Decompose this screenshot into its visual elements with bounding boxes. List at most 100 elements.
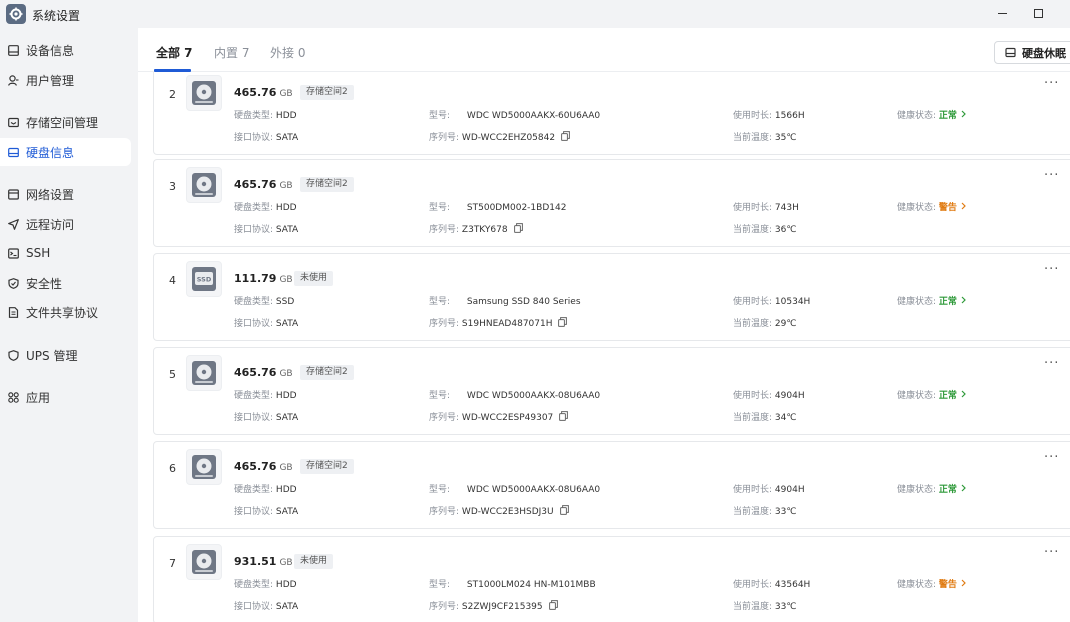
protocol-label: 接口协议: bbox=[234, 507, 274, 517]
chevron-right-icon[interactable] bbox=[961, 296, 966, 307]
copy-icon[interactable] bbox=[548, 600, 558, 613]
serial-label: 序列号: bbox=[429, 133, 460, 143]
sidebar: 设备信息 用户管理 存储空间管理 硬盘信息 网络设置 远程访问 SSH 安全性 … bbox=[0, 28, 138, 622]
sidebar-item-remote-access[interactable]: 远程访问 bbox=[0, 210, 131, 238]
sidebar-item-label: 存储空间管理 bbox=[26, 115, 99, 130]
window-title: 系统设置 bbox=[32, 9, 81, 23]
maximize-button[interactable] bbox=[1028, 3, 1048, 23]
health-row[interactable]: 健康状态: 警告 bbox=[897, 577, 966, 590]
disk-type-label: 硬盘类型: bbox=[234, 580, 274, 590]
disk-type-row: 硬盘类型: HDD bbox=[234, 482, 297, 495]
chevron-right-icon[interactable] bbox=[961, 110, 966, 121]
protocol-label: 接口协议: bbox=[234, 225, 274, 235]
serial-row: 序列号: Z3TKY678 bbox=[429, 222, 523, 236]
health-row[interactable]: 健康状态: 正常 bbox=[897, 108, 966, 121]
disk-capacity: 465.76 GB bbox=[234, 178, 293, 191]
health-row[interactable]: 健康状态: 警告 bbox=[897, 200, 966, 213]
temperature-value: 33℃ bbox=[774, 507, 797, 517]
copy-icon[interactable] bbox=[561, 131, 570, 144]
storage-badge: 未使用 bbox=[294, 554, 334, 569]
tab-internal[interactable]: 内置 7 bbox=[214, 44, 249, 61]
more-options-button[interactable]: ··· bbox=[1044, 76, 1059, 91]
serial-value: WD-WCC2E3HSDJ3U bbox=[461, 507, 554, 517]
disk-type-label: 硬盘类型: bbox=[234, 391, 274, 401]
disk-sleep-icon bbox=[1005, 47, 1016, 58]
sidebar-item-ups[interactable]: UPS 管理 bbox=[0, 341, 131, 369]
copy-icon[interactable] bbox=[513, 223, 523, 236]
chevron-right-icon[interactable] bbox=[961, 202, 966, 213]
health-row[interactable]: 健康状态: 正常 bbox=[897, 294, 966, 307]
sidebar-item-storage[interactable]: 存储空间管理 bbox=[0, 108, 131, 136]
more-options-button[interactable]: ··· bbox=[1044, 262, 1059, 277]
chevron-right-icon[interactable] bbox=[961, 579, 966, 590]
disk-list: 2 465.76 GB 存储空间2 硬盘类型: HDD 接口协议: SATA 型号: WDC… bbox=[138, 72, 1070, 622]
sidebar-item-apps[interactable]: 应用 bbox=[0, 383, 131, 411]
user-icon bbox=[7, 74, 19, 86]
model-label: 型号: bbox=[429, 297, 451, 307]
hdd-drive-icon bbox=[186, 544, 222, 580]
disk-capacity: 465.76 GB bbox=[234, 460, 293, 473]
copy-icon[interactable] bbox=[559, 505, 569, 518]
health-row[interactable]: 健康状态: 正常 bbox=[897, 482, 966, 495]
model-row: 型号: WDC WD5000AAKX-08U6AA0 bbox=[429, 482, 600, 495]
health-status[interactable]: 警告 bbox=[939, 203, 957, 213]
sidebar-item-disk-info[interactable]: 硬盘信息 bbox=[0, 138, 131, 166]
hdd-drive-icon bbox=[186, 355, 222, 391]
model-value: Samsung SSD 840 Series bbox=[466, 297, 581, 307]
minimize-icon bbox=[997, 12, 1007, 14]
uptime-label: 使用时长: bbox=[733, 297, 773, 307]
uptime-value: 4904H bbox=[774, 391, 805, 401]
minimize-button[interactable] bbox=[992, 3, 1012, 23]
capacity-unit: GB bbox=[279, 89, 293, 99]
health-status[interactable]: 正常 bbox=[939, 297, 957, 307]
sidebar-item-file-sharing[interactable]: 文件共享协议 bbox=[0, 298, 131, 326]
copy-icon[interactable] bbox=[558, 317, 568, 330]
uptime-value: 1566H bbox=[774, 111, 805, 121]
sidebar-item-device-info[interactable]: 设备信息 bbox=[0, 36, 131, 64]
capacity-value: 465.76 bbox=[234, 86, 277, 99]
more-options-button[interactable]: ··· bbox=[1044, 168, 1059, 183]
health-row[interactable]: 健康状态: 正常 bbox=[897, 388, 966, 401]
hdd-drive-icon bbox=[186, 449, 222, 485]
serial-row: 序列号: S19HNEAD487071H bbox=[429, 316, 568, 330]
copy-icon[interactable] bbox=[559, 411, 569, 424]
tab-all[interactable]: 全部 7 bbox=[156, 44, 193, 61]
storage-icon bbox=[7, 116, 19, 128]
file-icon bbox=[7, 306, 19, 318]
tab-external[interactable]: 外接 0 bbox=[270, 44, 305, 61]
more-options-button[interactable]: ··· bbox=[1044, 450, 1059, 465]
disk-type-label: 硬盘类型: bbox=[234, 297, 274, 307]
health-status[interactable]: 正常 bbox=[939, 391, 957, 401]
disk-icon bbox=[7, 146, 19, 158]
more-options-button[interactable]: ··· bbox=[1044, 356, 1059, 371]
serial-value: WD-WCC2EHZ05842 bbox=[461, 133, 556, 143]
health-status[interactable]: 警告 bbox=[939, 580, 957, 590]
disk-sleep-button[interactable]: 硬盘休眠 bbox=[994, 41, 1070, 64]
sidebar-item-users[interactable]: 用户管理 bbox=[0, 66, 131, 94]
temperature-row: 当前温度: 36℃ bbox=[733, 222, 796, 235]
chevron-right-icon[interactable] bbox=[961, 390, 966, 401]
disk-type-label: 硬盘类型: bbox=[234, 111, 274, 121]
sidebar-item-network[interactable]: 网络设置 bbox=[0, 180, 131, 208]
model-row: 型号: ST500DM002-1BD142 bbox=[429, 200, 566, 213]
disk-type-label: 硬盘类型: bbox=[234, 203, 274, 213]
health-status[interactable]: 正常 bbox=[939, 111, 957, 121]
temperature-value: 33℃ bbox=[774, 602, 797, 612]
more-options-button[interactable]: ··· bbox=[1044, 545, 1059, 560]
uptime-row: 使用时长: 4904H bbox=[733, 482, 805, 495]
protocol-value: SATA bbox=[275, 413, 299, 423]
temperature-row: 当前温度: 34℃ bbox=[733, 410, 796, 423]
health-label: 健康状态: bbox=[897, 485, 937, 495]
disk-number: 4 bbox=[169, 274, 176, 287]
uptime-row: 使用时长: 1566H bbox=[733, 108, 805, 121]
protocol-label: 接口协议: bbox=[234, 602, 274, 612]
sidebar-item-ssh[interactable]: SSH bbox=[0, 239, 131, 267]
sidebar-item-security[interactable]: 安全性 bbox=[0, 269, 131, 297]
chevron-right-icon[interactable] bbox=[961, 484, 966, 495]
uptime-value: 43564H bbox=[774, 580, 811, 590]
main-panel: 全部 7 内置 7 外接 0 硬盘休眠 2 465.76 GB 存储空间2 硬盘类型: … bbox=[138, 28, 1070, 622]
health-status[interactable]: 正常 bbox=[939, 485, 957, 495]
disk-capacity: 465.76 GB bbox=[234, 366, 293, 379]
protocol-value: SATA bbox=[275, 225, 299, 235]
protocol-row: 接口协议: SATA bbox=[234, 504, 298, 517]
